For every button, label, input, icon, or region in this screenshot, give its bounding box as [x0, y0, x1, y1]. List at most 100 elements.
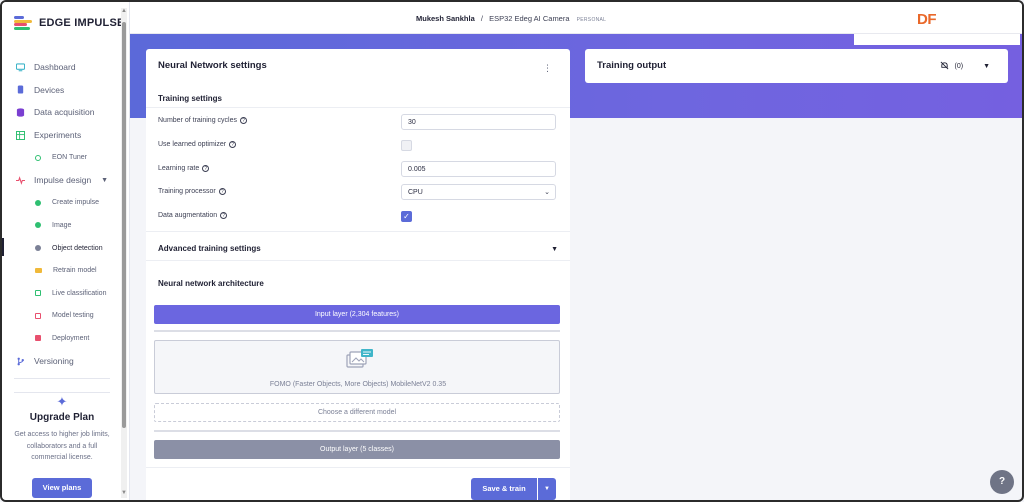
divider: [146, 231, 570, 232]
sidebar-item-label: Deployment: [52, 334, 90, 342]
help-icon[interactable]: ?: [218, 188, 226, 195]
layer-connector: [154, 430, 560, 432]
status-dot-icon: [35, 222, 41, 229]
panel-title: Neural Network settings: [158, 60, 267, 71]
label-text: Learning rate: [158, 165, 200, 172]
help-icon[interactable]: ?: [220, 212, 228, 219]
sidebar-item-object-detection[interactable]: Object detection: [2, 237, 120, 260]
notification-count: (0): [954, 63, 964, 70]
sidebar-item-label: Impulse design: [34, 175, 92, 186]
sidebar-item-label: Devices: [34, 84, 65, 95]
sidebar-item-label: Live classification: [52, 289, 107, 297]
divider: [146, 107, 570, 108]
layer-connector: [154, 330, 560, 332]
sidebar-item-data-acquisition[interactable]: Data acquisition: [2, 101, 120, 124]
help-button[interactable]: ?: [990, 470, 1014, 494]
shuffle-icon: [35, 268, 42, 274]
sidebar-item-retrain-model[interactable]: Retrain model: [2, 259, 120, 282]
save-train-button[interactable]: Save & train: [471, 478, 537, 500]
divider: [146, 260, 570, 261]
upgrade-text: Get access to higher job limits, collabo…: [14, 431, 110, 461]
help-icon[interactable]: ?: [202, 165, 210, 172]
output-layer-bar: Output layer (5 classes): [154, 440, 560, 459]
divider: [14, 378, 110, 379]
architecture-title: Neural network architecture: [158, 279, 264, 288]
sidebar-item-model-testing[interactable]: Model testing: [2, 305, 120, 328]
sidebar-item-experiments[interactable]: Experiments: [2, 124, 120, 147]
learning-rate-label: Learning rate ?: [158, 165, 210, 172]
help-icon[interactable]: ?: [229, 141, 237, 148]
upgrade-title: Upgrade Plan: [29, 412, 95, 423]
divider: [146, 467, 570, 468]
sidebar-item-eon-tuner[interactable]: EON Tuner: [2, 146, 120, 169]
sidebar-scrollbar[interactable]: ▲ ▼: [121, 8, 127, 498]
tuner-icon: [35, 154, 41, 161]
sidebar-item-label: Retrain model: [53, 267, 97, 275]
edge-impulse-logo-icon: [14, 16, 32, 30]
pulse-icon: [16, 175, 25, 185]
choose-different-model-button[interactable]: Choose a different model: [154, 403, 560, 422]
training-processor-select[interactable]: CPU ⌄: [401, 184, 556, 200]
input-layer-bar: Input layer (2,304 features): [154, 305, 560, 324]
sidebar-item-deployment[interactable]: Deployment: [2, 327, 120, 350]
training-cycles-input[interactable]: 30: [401, 114, 556, 130]
label-text: Data augmentation: [158, 212, 218, 219]
training-output-controls: (0) ▼: [940, 61, 990, 72]
advanced-training-settings-toggle[interactable]: Advanced training settings: [158, 244, 261, 253]
active-indicator: [2, 238, 4, 256]
breadcrumb-user[interactable]: Mukesh Sankhla: [416, 14, 475, 23]
neural-network-settings-panel: Neural Network settings ⋮ Training setti…: [146, 49, 570, 500]
sidebar-item-dashboard[interactable]: Dashboard: [2, 56, 120, 79]
more-options-icon[interactable]: ⋮: [543, 63, 552, 74]
training-processor-label: Training processor ?: [158, 188, 226, 195]
chevron-down-icon[interactable]: ▼: [551, 246, 558, 253]
chevron-down-icon[interactable]: ▼: [983, 63, 990, 70]
images-icon: [346, 349, 373, 368]
sidebar-item-label: Image: [52, 221, 72, 229]
chevron-down-icon[interactable]: ▼: [101, 177, 108, 184]
sidebar-item-label: Object detection: [52, 244, 103, 252]
sidebar-item-label: Versioning: [34, 356, 74, 367]
model-block[interactable]: FOMO (Faster Objects, More Objects) Mobi…: [154, 340, 560, 394]
scroll-down-icon[interactable]: ▼: [121, 490, 127, 498]
breadcrumb-project[interactable]: ESP32 Edeg AI Camera: [489, 14, 569, 23]
live-icon: [35, 290, 41, 297]
devices-icon: [16, 85, 25, 94]
model-name: FOMO (Faster Objects, More Objects) Mobi…: [269, 381, 447, 388]
scrollbar-thumb[interactable]: [122, 22, 126, 428]
sidebar-item-label: Data acquisition: [34, 107, 95, 118]
logo[interactable]: EDGE IMPULSE: [14, 16, 125, 30]
learning-rate-input[interactable]: 0.005: [401, 161, 556, 177]
chevron-down-icon: ⌄: [544, 189, 550, 196]
label-text: Training processor: [158, 188, 216, 195]
upgrade-plan-card: ✦ Upgrade Plan Get access to higher job …: [10, 394, 114, 498]
help-icon[interactable]: ?: [239, 117, 247, 124]
learned-optimizer-checkbox[interactable]: [401, 140, 412, 151]
data-augmentation-checkbox[interactable]: ✓: [401, 211, 412, 222]
branch-icon: [16, 357, 25, 366]
sidebar-item-label: Experiments: [34, 130, 82, 141]
sidebar-item-image[interactable]: Image: [2, 214, 120, 237]
select-value: CPU: [408, 188, 423, 196]
sidebar-item-label: EON Tuner: [52, 154, 88, 162]
data-augmentation-label: Data augmentation ?: [158, 212, 228, 219]
sidebar-item-create-impulse[interactable]: Create impulse: [2, 192, 120, 215]
training-cycles-label: Number of training cycles ?: [158, 117, 247, 124]
breadcrumb: Mukesh Sankhla / ESP32 Edeg AI Camera PE…: [416, 14, 606, 23]
sidebar-item-impulse-design[interactable]: Impulse design ▼: [2, 169, 120, 192]
notifications-off-icon[interactable]: [940, 61, 949, 72]
scroll-up-icon[interactable]: ▲: [121, 8, 127, 16]
breadcrumb-separator: /: [480, 14, 483, 23]
panel-title: Training output: [597, 60, 667, 71]
logo-text: EDGE IMPULSE: [39, 17, 125, 29]
status-dot-icon: [35, 199, 41, 206]
save-train-dropdown-icon[interactable]: ▼: [538, 478, 556, 500]
sidebar-item-live-classification[interactable]: Live classification: [2, 282, 120, 305]
sidebar-item-devices[interactable]: Devices: [2, 79, 120, 102]
sidebar-item-versioning[interactable]: Versioning: [2, 350, 120, 373]
status-dot-icon: [35, 245, 41, 252]
deploy-icon: [35, 335, 41, 342]
view-plans-button[interactable]: View plans: [32, 477, 92, 498]
df-brand-logo: DF: [917, 11, 937, 28]
training-output-panel: Training output (0) ▼: [585, 49, 1008, 83]
